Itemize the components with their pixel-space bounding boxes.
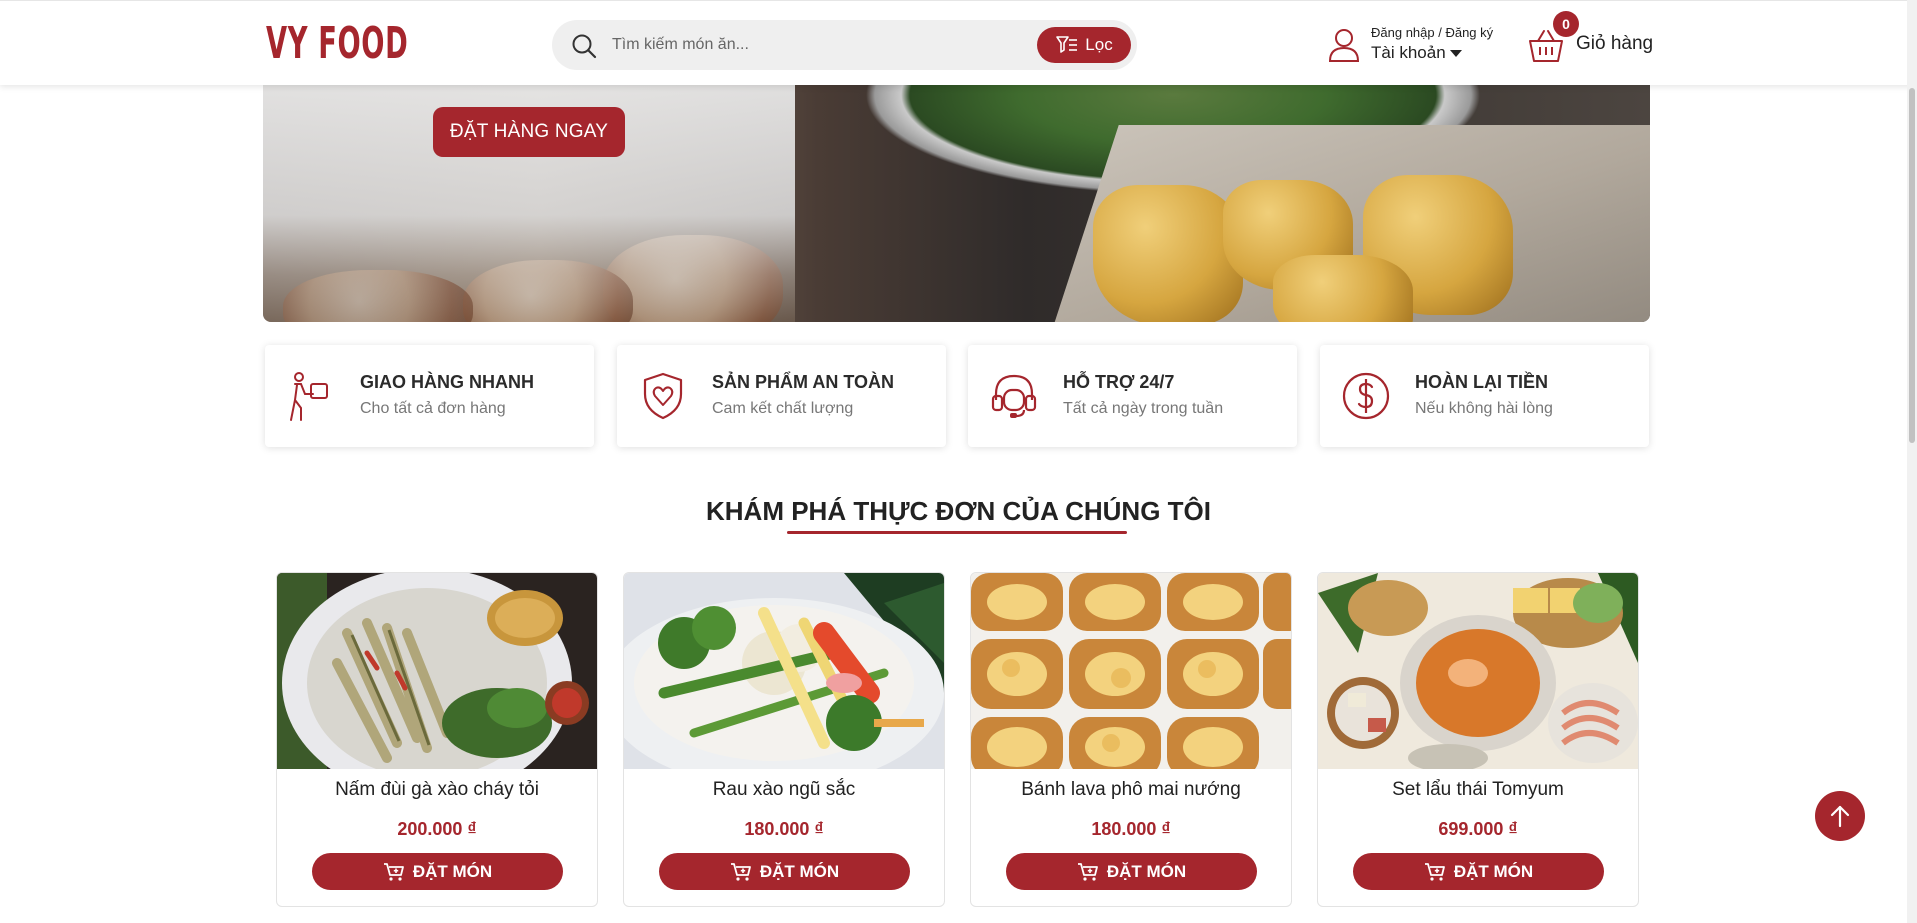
order-button[interactable]: ĐẶT MÓN	[659, 853, 910, 890]
feature-subtitle: Tất cả ngày trong tuần	[1063, 400, 1224, 417]
banner-potato	[1093, 185, 1243, 322]
page-scrollbar[interactable]	[1907, 0, 1917, 923]
product-name[interactable]: Nấm đùi gà xào cháy tỏi	[277, 779, 597, 801]
order-button[interactable]: ĐẶT MÓN	[1006, 853, 1257, 890]
features-row: GIAO HÀNG NHANH Cho tất cả đơn hàng SẢN …	[265, 345, 1649, 449]
order-button-label: ĐẶT MÓN	[1453, 861, 1534, 881]
scroll-to-top-button[interactable]	[1815, 791, 1865, 841]
product-price: 180.000 ₫	[744, 819, 824, 839]
product-card[interactable]: Set lẩu thái Tomyum 699.000 ₫ ĐẶT MÓN	[1317, 572, 1639, 907]
arrow-up-icon	[1830, 805, 1850, 828]
product-image[interactable]	[624, 573, 944, 769]
dollar-icon	[1342, 372, 1390, 420]
logo[interactable]: VY FOOD	[264, 11, 429, 75]
cart-label: Giỏ hàng	[1576, 33, 1654, 54]
product-card[interactable]: Bánh lava phô mai nướng 180.000 ₫ ĐẶT MÓ…	[970, 572, 1292, 907]
login-register-link[interactable]: Đăng nhập / Đăng ký	[1371, 25, 1493, 40]
menu-section-title: KHÁM PHÁ THỰC ĐƠN CỦA CHÚNG TÔI	[706, 496, 1211, 526]
cart-icon	[1424, 862, 1445, 881]
product-card[interactable]: Rau xào ngũ sắc 180.000 ₫ ĐẶT MÓN	[623, 572, 945, 907]
product-card[interactable]: Nấm đùi gà xào cháy tỏi 200.000 ₫ ĐẶT MÓ…	[276, 572, 598, 907]
account-label: Tài khoản	[1371, 43, 1446, 62]
cart-icon	[730, 862, 751, 881]
search-bar: Lọc	[552, 20, 1137, 70]
scrollbar-thumb[interactable]	[1909, 88, 1915, 443]
filter-button[interactable]: Lọc	[1037, 27, 1131, 63]
feature-title: SẢN PHẨM AN TOÀN	[712, 372, 895, 392]
order-now-button[interactable]: ĐẶT HÀNG NGAY	[433, 107, 625, 157]
product-image[interactable]	[1318, 573, 1638, 769]
product-price: 200.000 ₫	[397, 819, 477, 839]
search-icon[interactable]	[570, 32, 598, 60]
cart-button[interactable]: 0 Giỏ hàng	[1526, 11, 1656, 71]
cart-icon	[383, 862, 404, 881]
feature-subtitle: Cam kết chất lượng	[712, 400, 854, 417]
product-name[interactable]: Set lẩu thái Tomyum	[1318, 779, 1638, 801]
product-image[interactable]	[971, 573, 1291, 769]
feature-card: HỖ TRỢ 24/7 Tất cả ngày trong tuần	[968, 345, 1297, 447]
product-name[interactable]: Bánh lava phô mai nướng	[971, 779, 1291, 801]
product-name[interactable]: Rau xào ngũ sắc	[624, 779, 944, 801]
feature-subtitle: Nếu không hài lòng	[1415, 400, 1553, 417]
feature-subtitle: Cho tất cả đơn hàng	[360, 400, 506, 417]
feature-title: GIAO HÀNG NHANH	[360, 372, 534, 392]
account-menu[interactable]: Đăng nhập / Đăng ký Tài khoản	[1327, 21, 1507, 69]
user-icon	[1328, 29, 1360, 62]
feature-card: GIAO HÀNG NHANH Cho tất cả đơn hàng	[265, 345, 594, 447]
filter-label: Lọc	[1085, 35, 1113, 54]
title-underline	[787, 531, 1127, 534]
product-price: 699.000 ₫	[1438, 819, 1518, 839]
feature-card: HOÀN LẠI TIỀN Nếu không hài lòng	[1320, 345, 1649, 447]
cart-icon	[1077, 862, 1098, 881]
order-button-label: ĐẶT MÓN	[1106, 861, 1187, 881]
shield-heart-icon	[643, 372, 683, 420]
search-input[interactable]	[612, 29, 1042, 61]
product-image[interactable]	[277, 573, 597, 769]
feature-title: HỖ TRỢ 24/7	[1063, 372, 1175, 392]
order-button-label: ĐẶT MÓN	[759, 861, 840, 881]
headset-icon	[991, 374, 1037, 418]
product-price: 180.000 ₫	[1091, 819, 1171, 839]
account-dropdown[interactable]: Tài khoản	[1371, 43, 1462, 63]
feature-card: SẢN PHẨM AN TOÀN Cam kết chất lượng	[617, 345, 946, 447]
filter-icon	[1056, 36, 1078, 53]
order-button[interactable]: ĐẶT MÓN	[1353, 853, 1604, 890]
order-button[interactable]: ĐẶT MÓN	[312, 853, 563, 890]
banner-potato	[1273, 255, 1413, 322]
feature-title: HOÀN LẠI TIỀN	[1415, 372, 1548, 392]
hero-banner: ĐẶT HÀNG NGAY	[263, 85, 1650, 322]
delivery-icon	[290, 372, 328, 421]
order-button-label: ĐẶT MÓN	[412, 861, 493, 881]
caret-down-icon	[1449, 49, 1462, 57]
site-header: VY FOOD Lọc Đăng nhập / Đăng ký Tài khoả…	[0, 0, 1917, 85]
brand-name: VY FOOD	[266, 17, 409, 69]
